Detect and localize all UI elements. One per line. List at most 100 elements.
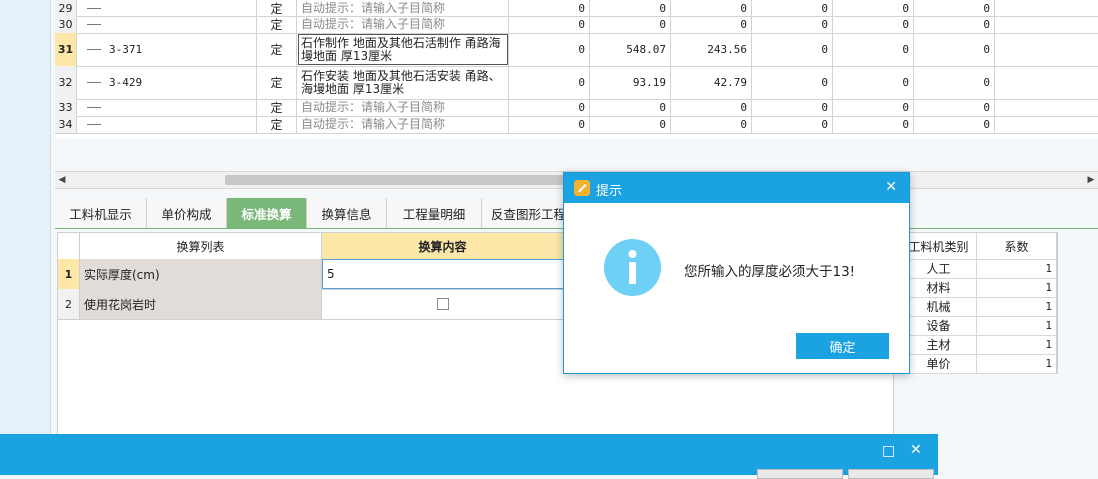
value-cell[interactable]: 0 (590, 99, 671, 116)
info-icon (604, 239, 661, 296)
table-row[interactable]: 32 3-429 定石作安装 地面及其他石活安装 甬路、海墁地面 厚13厘米 0 93.… (55, 66, 1098, 100)
value-cell[interactable]: 0 (752, 116, 833, 133)
factor-table: 工料机类别 系数 人工 1 材料 1 机械 1 设备 1 主材 1 单价 1 (900, 232, 1058, 374)
tree-line (87, 49, 101, 50)
table-row[interactable]: 30 定自动提示：请输入子目简称 0 0 0 0 0 0 (55, 16, 1098, 34)
value-cell[interactable]: 0 (752, 99, 833, 116)
value-cell[interactable] (995, 0, 1098, 16)
value-cell[interactable]: 42.79 (671, 66, 752, 99)
left-panel-strip (0, 0, 51, 475)
value-cell[interactable] (995, 33, 1098, 66)
dialog-titlebar[interactable]: 提示 ✕ (564, 173, 909, 203)
value-cell[interactable]: 0 (914, 16, 995, 33)
partial-button[interactable] (848, 469, 934, 479)
value-cell[interactable]: 0 (752, 33, 833, 66)
header-resource-type: 工料机类别 (901, 233, 977, 259)
value-cell[interactable] (995, 99, 1098, 116)
factor-value[interactable]: 1 (977, 278, 1057, 297)
resource-type: 机械 (901, 297, 977, 316)
conversion-row[interactable]: 2 使用花岗岩时 (58, 289, 564, 320)
value-cell[interactable]: 0 (914, 66, 995, 99)
factor-value[interactable]: 1 (977, 354, 1057, 373)
item-code-text: 3-429 (109, 76, 143, 89)
item-name[interactable]: 石作制作 地面及其他石活制作 甬路海墁地面 厚13厘米 (297, 33, 509, 66)
factor-row[interactable]: 设备 1 (901, 316, 1057, 336)
ok-button[interactable]: 确定 (796, 333, 889, 359)
factor-row[interactable]: 机械 1 (901, 297, 1057, 317)
item-unit: 定 (257, 0, 297, 16)
value-cell[interactable]: 0 (914, 116, 995, 133)
factor-row[interactable]: 人工 1 (901, 259, 1057, 279)
window-close-icon[interactable]: ✕ (910, 442, 922, 458)
value-cell[interactable]: 0 (509, 33, 590, 66)
value-cell[interactable]: 548.07 (590, 33, 671, 66)
factor-value[interactable]: 1 (977, 316, 1057, 335)
value-cell[interactable]: 0 (914, 99, 995, 116)
value-cell[interactable]: 0 (833, 116, 914, 133)
scroll-right-arrow[interactable]: ▶ (1084, 172, 1098, 188)
conversion-row[interactable]: 1 实际厚度(cm) 5 (58, 259, 564, 290)
value-cell[interactable]: 0 (671, 99, 752, 116)
value-cell[interactable]: 0 (752, 66, 833, 99)
item-name[interactable]: 石作安装 地面及其他石活安装 甬路、海墁地面 厚13厘米 (297, 66, 509, 99)
tab-5[interactable]: 工程量明细 (387, 198, 482, 228)
value-cell[interactable]: 0 (590, 116, 671, 133)
value-cell[interactable]: 0 (833, 16, 914, 33)
value-cell[interactable]: 0 (509, 66, 590, 99)
item-name[interactable]: 自动提示：请输入子目简称 (297, 99, 509, 116)
value-cell[interactable]: 0 (833, 66, 914, 99)
table-row[interactable]: 31 3-371 定石作制作 地面及其他石活制作 甬路海墁地面 厚13厘米 0 548.… (55, 33, 1098, 67)
dialog-close-icon[interactable]: ✕ (885, 179, 897, 195)
table-row[interactable]: 34 定自动提示：请输入子目简称 0 0 0 0 0 0 (55, 116, 1098, 134)
item-name[interactable]: 自动提示：请输入子目简称 (297, 0, 509, 16)
value-cell[interactable]: 0 (590, 16, 671, 33)
tab-4[interactable]: 换算信息 (307, 198, 387, 228)
granite-checkbox-cell[interactable] (322, 289, 564, 319)
tab-3[interactable]: 标准换算 (227, 198, 307, 228)
tab-2[interactable]: 单价构成 (147, 198, 227, 228)
value-cell[interactable]: 0 (671, 0, 752, 16)
item-name[interactable]: 自动提示：请输入子目简称 (297, 116, 509, 133)
value-cell[interactable]: 0 (833, 33, 914, 66)
item-code-text: 3-371 (109, 43, 143, 56)
table-row[interactable]: 33 定自动提示：请输入子目简称 0 0 0 0 0 0 (55, 99, 1098, 117)
factor-value[interactable]: 1 (977, 335, 1057, 354)
factor-row[interactable]: 单价 1 (901, 354, 1057, 374)
value-cell[interactable]: 0 (914, 0, 995, 16)
factor-value[interactable]: 1 (977, 297, 1057, 316)
value-cell[interactable]: 243.56 (671, 33, 752, 66)
value-cell[interactable]: 0 (752, 0, 833, 16)
value-cell[interactable]: 0 (671, 16, 752, 33)
value-cell[interactable]: 0 (914, 33, 995, 66)
value-cell[interactable]: 93.19 (590, 66, 671, 99)
value-cell[interactable]: 0 (752, 16, 833, 33)
value-cell[interactable] (995, 66, 1098, 99)
tree-line (87, 7, 101, 9)
value-cell[interactable]: 0 (509, 116, 590, 133)
table-row[interactable]: 29 定自动提示：请输入子目简称 0 0 0 0 0 0 (55, 0, 1098, 17)
item-code (77, 16, 257, 33)
thickness-input[interactable]: 5 (322, 259, 564, 289)
scroll-left-arrow[interactable]: ◀ (55, 172, 69, 188)
conversion-header-row: 换算列表 换算内容 (58, 233, 564, 260)
value-cell[interactable]: 0 (509, 16, 590, 33)
value-cell[interactable]: 0 (590, 0, 671, 16)
value-cell[interactable]: 0 (509, 99, 590, 116)
value-cell[interactable]: 0 (671, 116, 752, 133)
value-cell[interactable]: 0 (833, 99, 914, 116)
value-cell[interactable] (995, 16, 1098, 33)
item-name[interactable]: 自动提示：请输入子目简称 (297, 16, 509, 33)
value-cell[interactable]: 0 (509, 0, 590, 16)
granite-checkbox[interactable] (436, 298, 449, 310)
factor-row[interactable]: 材料 1 (901, 278, 1057, 298)
value-cell[interactable]: 0 (833, 0, 914, 16)
tab-6[interactable]: 反查图形工程 (482, 198, 576, 228)
header-factor: 系数 (977, 233, 1057, 259)
maximize-icon[interactable]: □ (882, 443, 895, 459)
value-cell[interactable] (995, 116, 1098, 133)
resource-type: 设备 (901, 316, 977, 335)
partial-button[interactable] (757, 469, 843, 479)
factor-value[interactable]: 1 (977, 259, 1057, 278)
factor-row[interactable]: 主材 1 (901, 335, 1057, 355)
tab-1[interactable]: 工料机显示 (55, 198, 147, 228)
